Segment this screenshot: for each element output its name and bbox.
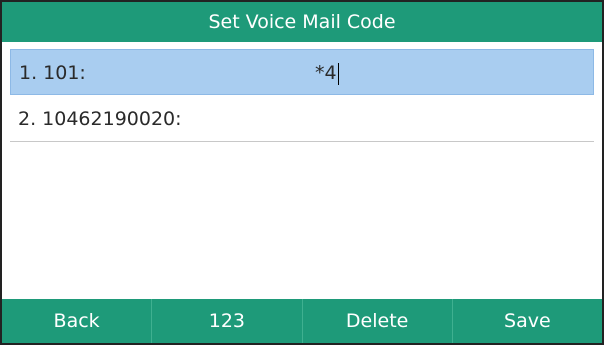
page-title: Set Voice Mail Code <box>2 2 602 42</box>
voicemail-code-row-1[interactable]: 1. 101: *4 <box>10 49 594 95</box>
voicemail-code-row-2[interactable]: 2. 10462190020: <box>10 96 594 142</box>
voicemail-code-value: *4 <box>315 62 337 84</box>
account-label: 1. 101: <box>19 62 86 84</box>
back-button[interactable]: Back <box>2 299 151 343</box>
softkey-bar: Back 123 Delete Save <box>2 299 602 343</box>
input-mode-button[interactable]: 123 <box>151 299 301 343</box>
account-label: 2. 10462190020: <box>18 108 182 130</box>
save-button[interactable]: Save <box>451 299 602 343</box>
delete-button[interactable]: Delete <box>301 299 452 343</box>
phone-screen: Set Voice Mail Code 1. 101: *4 2. 104621… <box>0 0 604 345</box>
text-caret <box>337 62 339 85</box>
voicemail-code-input[interactable]: *4 <box>315 50 339 96</box>
